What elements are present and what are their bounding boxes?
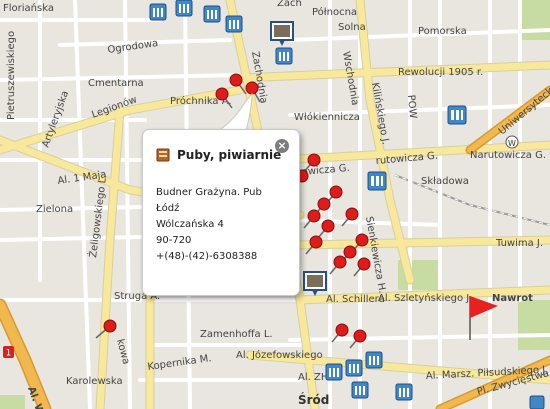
route-shield: 1: [3, 346, 14, 359]
street-label-wlokiennicza: Włókiennicza: [294, 111, 360, 123]
building-marker: [351, 381, 369, 399]
street-label-cmentarna: Cmentarna: [88, 78, 144, 89]
street-label-narutowicza-right: Narutowicza G.: [470, 150, 546, 161]
building-marker: [149, 3, 167, 21]
svg-text:1: 1: [6, 349, 12, 359]
street-label-piotrkowskiego: Pietruszewiskiego: [6, 31, 17, 120]
building-marker: [365, 351, 383, 369]
building-marker: [175, 0, 193, 17]
street-label-polnocna: Północna: [312, 6, 357, 18]
building-marker: [203, 5, 221, 23]
building-marker: [395, 383, 413, 401]
street-label-zielona: Zielona: [36, 204, 73, 215]
street-label-schillera: Al. Schillera: [326, 294, 385, 305]
svg-text:W: W: [508, 139, 516, 148]
street-label-zamenhoffa: Zamenhoffa L.: [200, 329, 273, 340]
book-icon: [156, 148, 170, 162]
street-label-karolewska: Karolewska: [66, 376, 123, 387]
street-label-skladowa: Składowa: [421, 176, 469, 187]
street-label-pow: POW: [405, 94, 418, 119]
street-label-jozefowskiego: Al. Józefowskiego: [236, 349, 323, 361]
building-marker: [367, 171, 387, 191]
place-street: Wólczańska 4: [156, 219, 224, 230]
popup-category-title: Puby, piwiarnie: [177, 148, 282, 162]
street-label-rewolucji: Rewolucji 1905 r.: [398, 67, 483, 78]
popup-address: Budner Grażyna. Pub Łódź Wólczańska 4 90…: [156, 185, 262, 265]
place-city: Łódź: [156, 203, 180, 214]
building-marker: [275, 47, 293, 65]
street-label-nawrot: Nawrot: [492, 293, 533, 304]
street-label-florianska: Floriańska: [3, 2, 54, 14]
svg-text:Zach: Zach: [277, 0, 302, 9]
poi-icon[interactable]: W: [505, 135, 519, 149]
building-marker: [447, 105, 467, 125]
street-label-szletynskiego: Al. Szletyńskiego J.: [378, 292, 472, 304]
building-marker: [325, 363, 343, 381]
district-label-srodmiescie: Śród: [298, 392, 329, 407]
place-phone: +(48)-(42)-6308388: [156, 251, 258, 262]
close-button[interactable]: ×: [275, 139, 289, 153]
building-marker: [225, 15, 243, 33]
building-marker: [529, 395, 545, 409]
street-label-solna: Solna: [338, 22, 366, 33]
street-label-tuwima: Tuwima J.: [495, 238, 543, 249]
building-marker: [345, 359, 363, 377]
place-name: Budner Grażyna. Pub: [156, 187, 262, 198]
place-postcode: 90-720: [156, 235, 192, 246]
info-popup: Puby, piwiarnie × Budner Grażyna. Pub Łó…: [142, 129, 300, 296]
street-label-pomorska: Pomorska: [418, 26, 467, 37]
